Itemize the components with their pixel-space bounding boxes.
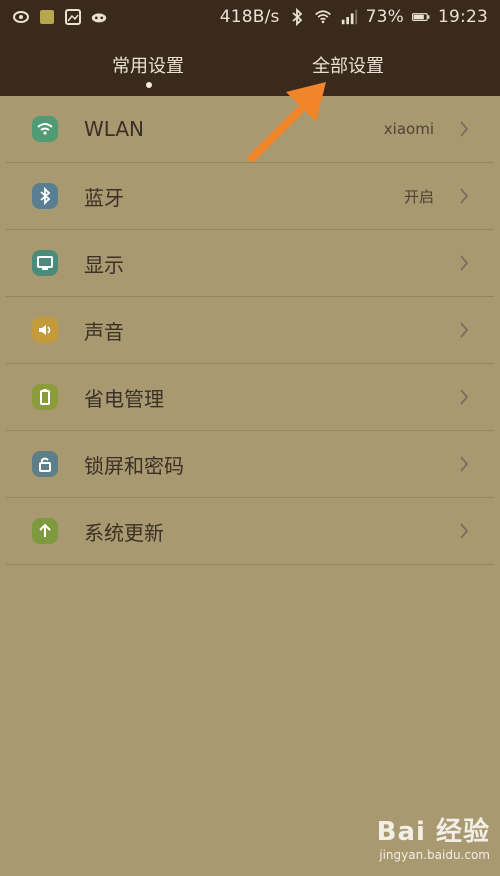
settings-item-system-update[interactable]: 系统更新 (6, 498, 494, 565)
robot-icon (90, 8, 108, 26)
active-tab-indicator (146, 82, 152, 88)
bluetooth-status-icon (288, 8, 306, 26)
settings-tabs: 常用设置 全部设置 (0, 34, 500, 96)
settings-item-label: WLAN (84, 117, 145, 141)
settings-item-bluetooth[interactable]: 蓝牙 开启 (6, 163, 494, 230)
status-bar: 418B/s 73% 19:23 (0, 0, 500, 34)
settings-item-sound[interactable]: 声音 (6, 297, 494, 364)
wifi-status-icon (314, 8, 332, 26)
network-speed: 418B/s (219, 7, 280, 27)
display-icon (32, 250, 58, 276)
app-icon (38, 8, 56, 26)
settings-item-lock-screen[interactable]: 锁屏和密码 (6, 431, 494, 498)
wifi-icon (32, 116, 58, 142)
update-icon (32, 518, 58, 544)
settings-item-display[interactable]: 显示 (6, 230, 494, 297)
settings-item-label: 声音 (84, 319, 124, 344)
chevron-right-icon (460, 523, 469, 539)
settings-item-value: xiaomi (383, 120, 434, 138)
settings-item-power-saving[interactable]: 省电管理 (6, 364, 494, 431)
battery-percent: 73% (365, 7, 404, 27)
settings-item-label: 显示 (84, 252, 124, 277)
baidu-url: jingyan.baidu.com (379, 848, 490, 862)
chevron-right-icon (460, 121, 469, 137)
sound-icon (32, 317, 58, 343)
baidu-brand: Bai 经验 (376, 817, 490, 847)
settings-item-label: 系统更新 (84, 520, 164, 545)
chevron-right-icon (460, 456, 469, 472)
clock: 19:23 (438, 7, 488, 27)
lock-icon (32, 451, 58, 477)
chevron-right-icon (460, 255, 469, 271)
settings-list: WLAN xiaomi 蓝牙 开启 显示 声音 省电管理 锁屏和密码 系统更新 (6, 96, 494, 565)
chevron-right-icon (460, 389, 469, 405)
chevron-right-icon (460, 188, 469, 204)
chevron-right-icon (460, 322, 469, 338)
settings-item-label: 蓝牙 (84, 185, 124, 210)
screen: 418B/s 73% 19:23 常用设置 全部设置 WLAN xiaomi 蓝… (0, 0, 500, 876)
settings-item-label: 省电管理 (84, 386, 164, 411)
image-icon (64, 8, 82, 26)
baidu-watermark: Bai 经验 jingyan.baidu.com (377, 811, 490, 862)
tab-common-settings[interactable]: 常用设置 (112, 52, 184, 78)
eye-icon (12, 8, 30, 26)
battery-status-icon (412, 8, 430, 26)
settings-item-value: 开启 (403, 187, 434, 206)
tab-all-settings[interactable]: 全部设置 (312, 52, 384, 78)
battery-icon (32, 384, 58, 410)
settings-item-label: 锁屏和密码 (84, 453, 184, 478)
settings-item-wlan[interactable]: WLAN xiaomi (6, 96, 494, 163)
signal-icon (340, 8, 358, 26)
bluetooth-icon (32, 183, 58, 209)
